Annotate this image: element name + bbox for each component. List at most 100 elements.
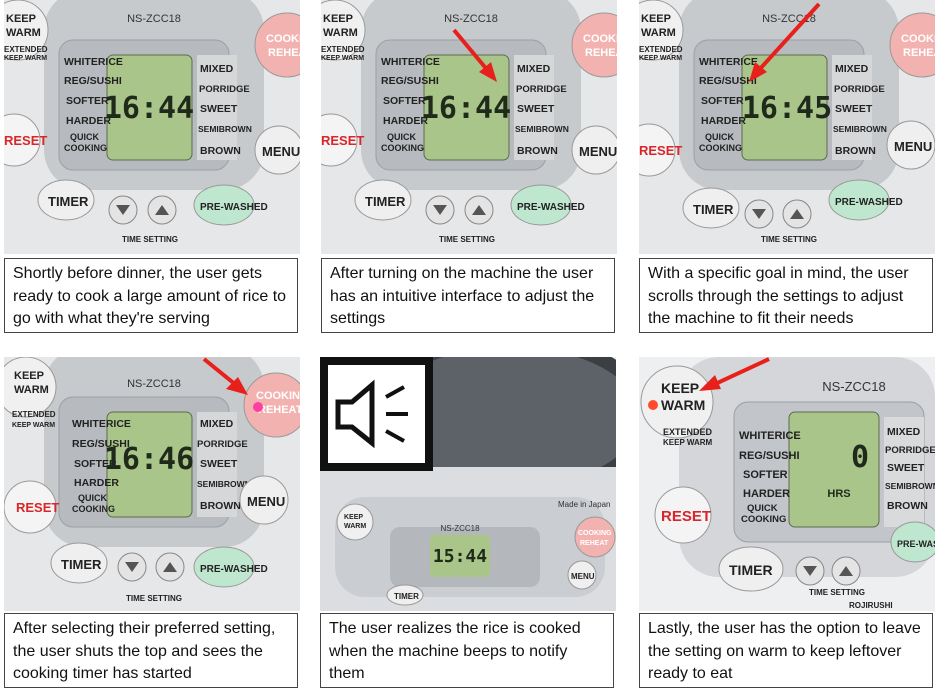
time-setting-label: TIME SETTING: [439, 235, 495, 244]
keep-warm-button[interactable]: KEEP WARM EXTENDED KEEP WARM: [4, 357, 57, 429]
rice-cooker-panel-3: 16:45 NS-ZCC18 WHITERICE REG/SUSHI SOFTE…: [639, 0, 935, 254]
svg-text:QUICK: QUICK: [70, 132, 100, 142]
svg-text:KEEP: KEEP: [661, 380, 699, 396]
pre-washed-button[interactable]: PRE-WASHED: [890, 521, 935, 563]
svg-text:PRE-WASHED: PRE-WASHED: [200, 202, 268, 213]
panel-3-caption: With a specific goal in mind, the user s…: [639, 258, 933, 333]
svg-text:KEEP WARM: KEEP WARM: [663, 438, 713, 447]
svg-text:KEEP: KEEP: [6, 13, 36, 25]
timer-button[interactable]: TIMER: [386, 584, 424, 606]
cooking-reheat-button[interactable]: COOKING REHEAT: [574, 516, 616, 558]
menu-button[interactable]: MENU: [239, 475, 289, 525]
time-up-button[interactable]: [147, 195, 177, 225]
timer-button[interactable]: TIMER: [50, 542, 108, 584]
svg-text:SWEET: SWEET: [200, 458, 238, 470]
svg-text:KEEP: KEEP: [641, 13, 671, 25]
svg-text:MENU: MENU: [579, 144, 617, 159]
svg-text:QUICK: QUICK: [387, 132, 417, 142]
svg-text:REHEAT: REHEAT: [903, 47, 935, 59]
rice-cooker-open-photo: 15:44 NS-ZCC18 Made in Japan KEEP WARM C…: [320, 357, 616, 611]
svg-text:PORRIDGE: PORRIDGE: [199, 84, 250, 95]
reset-button[interactable]: RESET: [654, 486, 712, 544]
brand-label: ROJIRUSHI: [849, 601, 893, 610]
panel-4-caption: After selecting their preferred setting,…: [4, 613, 298, 688]
svg-text:BROWN: BROWN: [200, 500, 241, 512]
keep-warm-button[interactable]: KEEP WARM: [336, 503, 374, 541]
svg-text:KEEP WARM: KEEP WARM: [639, 55, 682, 62]
menu-button[interactable]: MENU: [571, 125, 617, 175]
svg-text:QUICK: QUICK: [78, 493, 108, 503]
time-setting-label: TIME SETTING: [122, 235, 178, 244]
rice-cooker-panel-2: 16:44 NS-ZCC18 WHITERICE REG/SUSHI SOFTE…: [321, 0, 617, 254]
made-in-label: Made in Japan: [558, 500, 610, 509]
timer-button[interactable]: TIMER: [354, 179, 412, 221]
svg-text:TIMER: TIMER: [365, 194, 406, 209]
time-setting-label: TIME SETTING: [761, 235, 817, 244]
svg-text:REG/SUSHI: REG/SUSHI: [64, 75, 122, 87]
svg-text:WHITERICE: WHITERICE: [72, 418, 131, 430]
svg-text:COOKING: COOKING: [699, 143, 742, 153]
time-up-button[interactable]: [464, 195, 494, 225]
svg-text:COOKING: COOKING: [901, 33, 935, 45]
panel-5-caption: The user realizes the rice is cooked whe…: [320, 613, 614, 688]
svg-text:EXTENDED: EXTENDED: [12, 410, 56, 419]
time-up-button[interactable]: [155, 552, 185, 582]
time-up-button[interactable]: [831, 556, 861, 586]
svg-text:KEEP WARM: KEEP WARM: [321, 55, 364, 62]
svg-text:KEEP WARM: KEEP WARM: [4, 55, 47, 62]
svg-text:TIMER: TIMER: [394, 592, 419, 601]
sound-icon: [320, 357, 433, 471]
svg-text:RESET: RESET: [661, 508, 711, 525]
svg-text:WARM: WARM: [14, 384, 49, 396]
svg-text:RESET: RESET: [4, 133, 47, 148]
svg-text:PRE-WASHED: PRE-WASHED: [835, 197, 903, 208]
time-down-button[interactable]: [117, 552, 147, 582]
panel-2-caption: After turning on the machine the user ha…: [321, 258, 615, 333]
timer-button[interactable]: TIMER: [37, 179, 95, 221]
svg-text:COOKING: COOKING: [266, 33, 300, 45]
svg-text:COOKING: COOKING: [64, 143, 107, 153]
svg-text:SEMIBROWN: SEMIBROWN: [515, 124, 569, 134]
svg-text:SEMIBROWN: SEMIBROWN: [885, 481, 935, 491]
menu-button[interactable]: MENU: [567, 560, 597, 590]
menu-button[interactable]: MENU: [254, 125, 300, 175]
svg-text:REHEAT: REHEAT: [258, 404, 300, 416]
panel-3-photo: 16:45 NS-ZCC18 WHITERICE REG/SUSHI SOFTE…: [639, 0, 935, 254]
menu-button[interactable]: MENU: [886, 120, 935, 170]
time-up-button[interactable]: [782, 199, 812, 229]
timer-button[interactable]: TIMER: [718, 546, 784, 592]
panel-5-photo: 15:44 NS-ZCC18 Made in Japan KEEP WARM C…: [320, 357, 616, 611]
svg-text:COOKING: COOKING: [381, 143, 424, 153]
svg-text:PORRIDGE: PORRIDGE: [516, 84, 567, 95]
svg-text:WHITERICE: WHITERICE: [739, 430, 801, 442]
svg-text:REG/SUSHI: REG/SUSHI: [381, 75, 439, 87]
svg-text:PRE-WASHED: PRE-WASHED: [200, 564, 268, 575]
time-down-button[interactable]: [425, 195, 455, 225]
svg-text:BROWN: BROWN: [887, 500, 928, 512]
rice-cooker-panel-4: 16:46 NS-ZCC18 WHITERICE REG/SUSHI SOFTE…: [4, 357, 300, 611]
timer-button[interactable]: TIMER: [682, 187, 740, 229]
svg-text:HARDER: HARDER: [66, 115, 111, 127]
svg-text:PORRIDGE: PORRIDGE: [197, 439, 248, 450]
svg-text:KEEP: KEEP: [344, 514, 363, 521]
time-down-button[interactable]: [795, 556, 825, 586]
time-down-button[interactable]: [108, 195, 138, 225]
svg-text:REHEAT: REHEAT: [580, 540, 609, 547]
svg-text:MENU: MENU: [247, 494, 285, 509]
panel-1-caption: Shortly before dinner, the user gets rea…: [4, 258, 298, 333]
svg-text:WHITERICE: WHITERICE: [699, 56, 758, 68]
svg-text:REHEAT: REHEAT: [585, 47, 617, 59]
time-down-button[interactable]: [744, 199, 774, 229]
svg-text:REG/SUSHI: REG/SUSHI: [72, 438, 130, 450]
rice-cooker-panel-6: 0 HRS NS-ZCC18 WHITERICE REG/SUSHI SOFTE…: [639, 357, 935, 611]
svg-text:REG/SUSHI: REG/SUSHI: [699, 75, 757, 87]
panel-1-photo: 16:44 NS-ZCC18 WHITERICE REG/SUSHI SOFTE…: [4, 0, 300, 254]
svg-text:MENU: MENU: [894, 139, 932, 154]
svg-text:PORRIDGE: PORRIDGE: [834, 84, 885, 95]
svg-text:HARDER: HARDER: [743, 488, 790, 500]
svg-text:SOFTER: SOFTER: [743, 469, 788, 481]
svg-text:SOFTER: SOFTER: [701, 95, 744, 107]
svg-text:SEMIBROWN: SEMIBROWN: [197, 479, 251, 489]
svg-text:TIMER: TIMER: [729, 562, 773, 578]
svg-text:MENU: MENU: [571, 572, 595, 581]
